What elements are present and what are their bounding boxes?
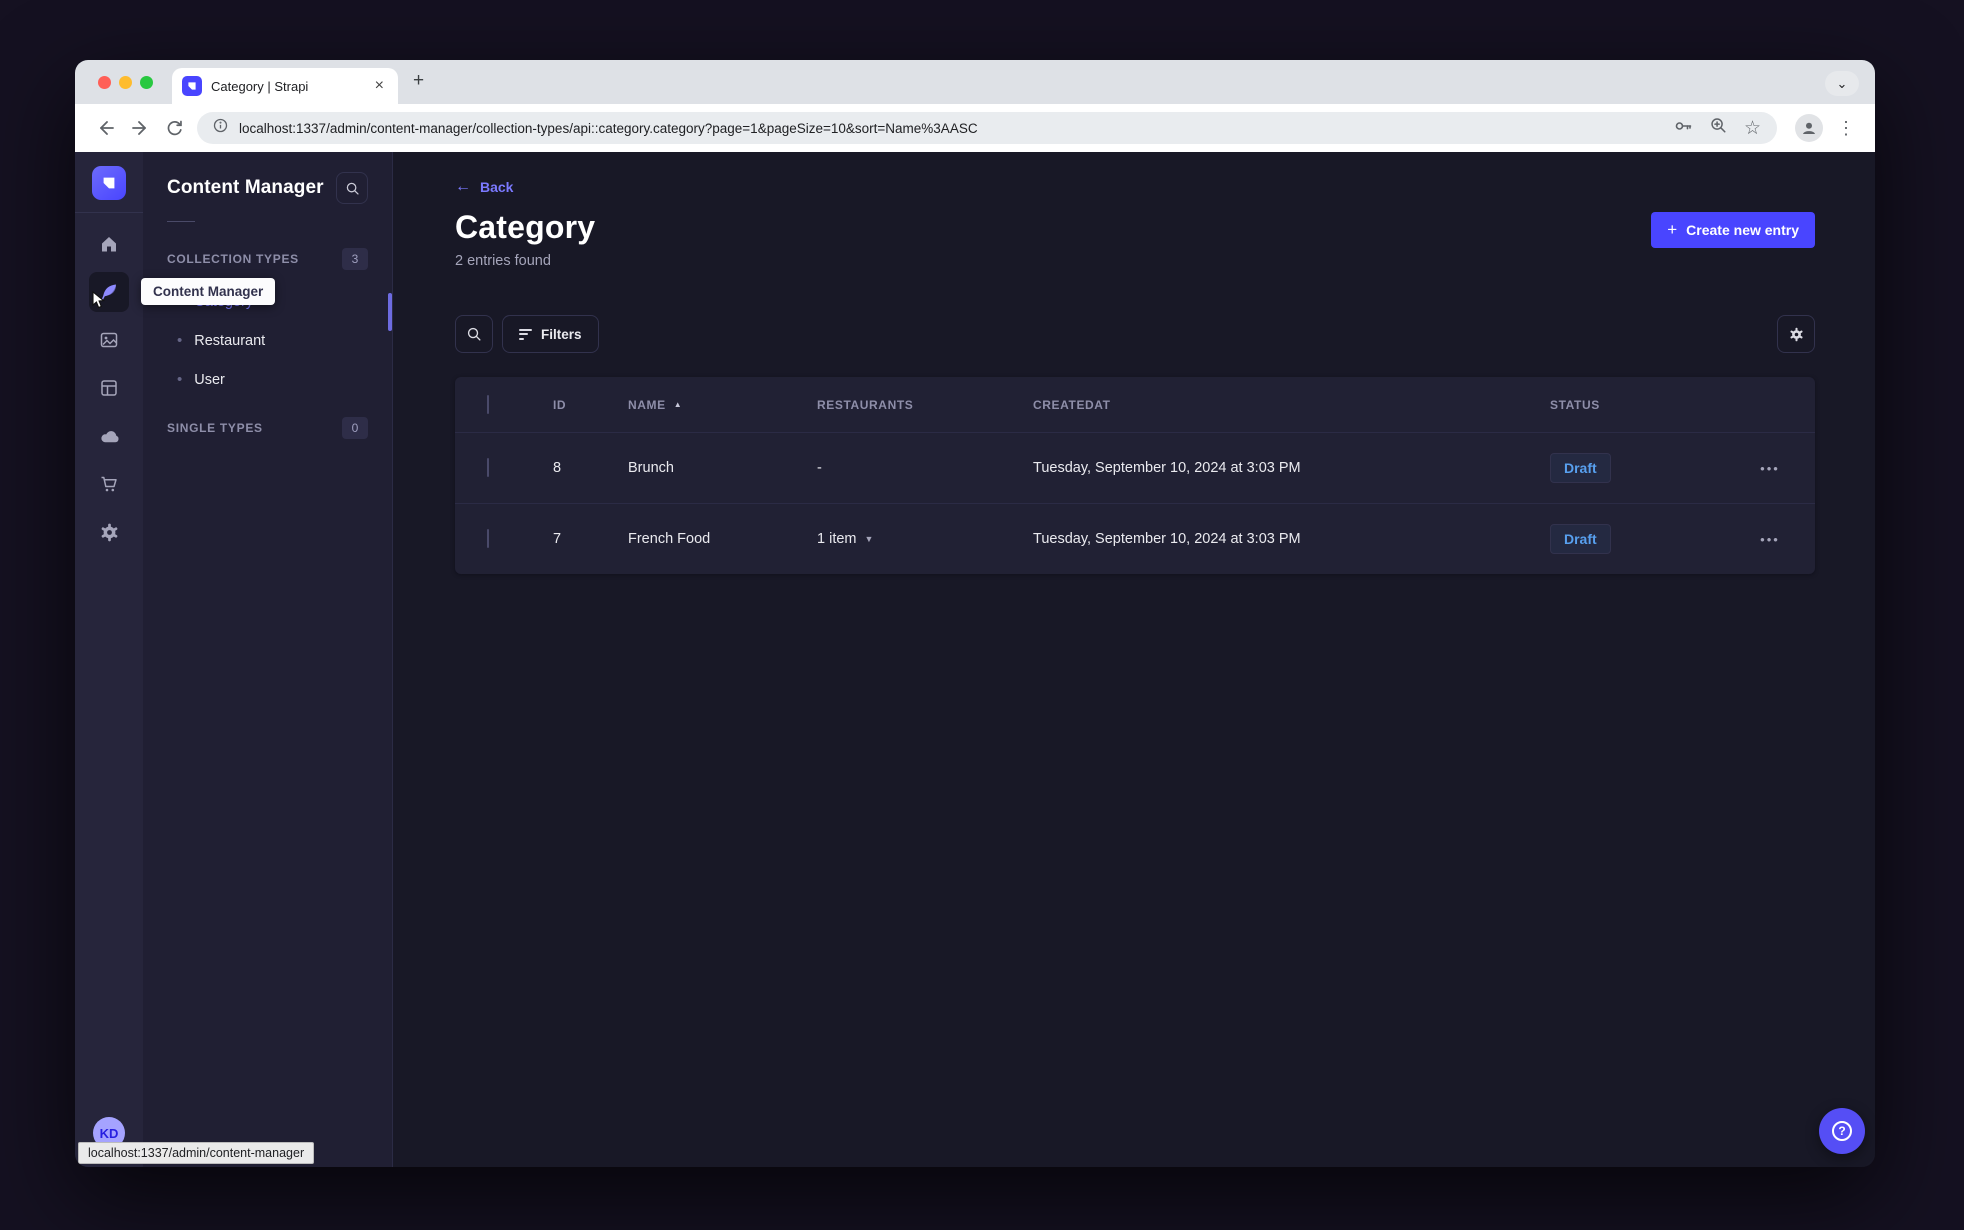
tab-close-icon[interactable]: ×	[371, 77, 388, 95]
browser-profile-avatar[interactable]	[1795, 114, 1823, 142]
cell-createdat: Tuesday, September 10, 2024 at 3:03 PM	[1033, 531, 1301, 547]
browser-menu-icon[interactable]: ⋮	[1831, 118, 1861, 139]
site-info-icon[interactable]	[213, 118, 228, 138]
bookmark-star-icon[interactable]: ☆	[1744, 119, 1761, 138]
zoom-page-icon[interactable]	[1709, 116, 1728, 140]
row-checkbox[interactable]	[487, 458, 489, 477]
minimize-window-button[interactable]	[119, 76, 132, 89]
filter-icon	[519, 328, 532, 340]
filters-label: Filters	[541, 326, 582, 342]
filters-button[interactable]: Filters	[502, 315, 599, 353]
sidebar-item-restaurant[interactable]: • Restaurant	[167, 321, 368, 360]
help-button[interactable]: ?	[1819, 1108, 1865, 1154]
reload-icon[interactable]	[157, 111, 191, 145]
bullet-icon: •	[177, 371, 183, 388]
column-header-restaurants: RESTAURANTS	[817, 397, 914, 412]
table-row[interactable]: 8 Brunch - Tuesday, September 10, 2024 a…	[455, 432, 1815, 503]
strapi-favicon-icon	[182, 76, 202, 96]
row-actions-menu[interactable]: •••	[1725, 532, 1815, 547]
chevron-down-icon: ▼	[864, 534, 874, 544]
plus-icon: +	[1667, 220, 1678, 239]
browser-window: Category | Strapi × + ⌄ localhost:1337/a…	[75, 60, 1875, 1167]
single-types-count-badge: 0	[342, 417, 368, 439]
browser-toolbar: localhost:1337/admin/content-manager/col…	[75, 104, 1875, 152]
select-all-checkbox[interactable]	[487, 394, 489, 414]
password-key-icon[interactable]	[1673, 116, 1693, 141]
cell-restaurants: -	[817, 460, 822, 476]
column-header-createdat: CREATEDAT	[1033, 397, 1111, 412]
strapi-app: KD Content Manager COLLECTION TYPES 3 • …	[75, 152, 1875, 1167]
traffic-lights	[98, 76, 153, 89]
subnav-divider	[167, 221, 195, 222]
row-checkbox[interactable]	[487, 529, 489, 548]
create-new-entry-label: Create new entry	[1686, 222, 1799, 238]
table-row[interactable]: 7 French Food 1 item ▼ Tuesday, Septembe…	[455, 503, 1815, 574]
column-header-id: ID	[553, 397, 567, 412]
strapi-logo	[92, 166, 126, 200]
nav-home-icon[interactable]	[89, 224, 129, 264]
forward-nav-icon[interactable]	[123, 111, 157, 145]
nav-media-library-icon[interactable]	[89, 320, 129, 360]
sidebar-item-label: User	[194, 371, 225, 388]
view-settings-button[interactable]	[1777, 315, 1815, 353]
mouse-cursor	[91, 290, 108, 315]
main-nav-rail: KD	[75, 152, 143, 1167]
nav-content-type-builder-icon[interactable]	[89, 368, 129, 408]
subnav-title: Content Manager	[167, 177, 324, 198]
bullet-icon: •	[177, 332, 183, 349]
nav-settings-gear-icon[interactable]	[89, 512, 129, 552]
question-mark-icon: ?	[1832, 1121, 1852, 1141]
tab-search-chevron-icon[interactable]: ⌄	[1825, 71, 1859, 96]
nav-marketplace-cart-icon[interactable]	[89, 464, 129, 504]
cell-restaurants-dropdown[interactable]: 1 item ▼	[817, 531, 1033, 547]
maximize-window-button[interactable]	[140, 76, 153, 89]
url-bar-icons: ☆	[1673, 116, 1761, 141]
collection-types-count-badge: 3	[342, 248, 368, 270]
status-badge: Draft	[1550, 453, 1611, 483]
cell-id: 8	[553, 460, 562, 476]
cell-createdat: Tuesday, September 10, 2024 at 3:03 PM	[1033, 460, 1301, 476]
page-title: Category	[455, 209, 596, 245]
tab-title: Category | Strapi	[211, 78, 309, 94]
sidebar-item-user[interactable]: • User	[167, 360, 368, 399]
cell-id: 7	[553, 531, 562, 547]
nav-deploy-cloud-icon[interactable]	[89, 416, 129, 456]
column-header-status: STATUS	[1550, 397, 1600, 412]
close-window-button[interactable]	[98, 76, 111, 89]
subnav-search-button[interactable]	[336, 172, 368, 204]
nav-tooltip: Content Manager	[141, 278, 276, 305]
status-badge: Draft	[1550, 524, 1611, 554]
cell-name: Brunch	[628, 460, 674, 476]
collection-types-label: COLLECTION TYPES	[167, 252, 299, 266]
row-actions-menu[interactable]: •••	[1725, 461, 1815, 476]
browser-tab[interactable]: Category | Strapi ×	[172, 68, 398, 104]
single-types-label: SINGLE TYPES	[167, 421, 263, 435]
back-label: Back	[480, 179, 514, 195]
back-arrow-icon: ←	[455, 178, 471, 195]
tab-strip: Category | Strapi × + ⌄	[75, 60, 1875, 104]
back-link[interactable]: ← Back	[455, 178, 514, 196]
rail-divider	[75, 212, 143, 213]
sort-ascending-icon: ▲	[673, 400, 683, 409]
entries-table: ID NAME ▲ RESTAURANTS CREATEDAT STATUS 8…	[455, 377, 1815, 574]
table-header-row: ID NAME ▲ RESTAURANTS CREATEDAT STATUS	[455, 377, 1815, 432]
url-text[interactable]: localhost:1337/admin/content-manager/col…	[239, 121, 1661, 136]
new-tab-button[interactable]: +	[413, 70, 424, 92]
create-new-entry-button[interactable]: + Create new entry	[1651, 212, 1815, 248]
back-nav-icon[interactable]	[89, 111, 123, 145]
entries-count: 2 entries found	[455, 253, 551, 269]
url-bar[interactable]: localhost:1337/admin/content-manager/col…	[197, 112, 1777, 144]
link-status-bar: localhost:1337/admin/content-manager	[78, 1142, 315, 1164]
search-button[interactable]	[455, 315, 493, 353]
subnav-scrollbar[interactable]	[388, 293, 392, 331]
main-content: ← Back Category 2 entries found + Create…	[393, 152, 1875, 1167]
column-header-name[interactable]: NAME ▲	[628, 398, 817, 412]
cell-name: French Food	[628, 531, 711, 547]
sidebar-item-label: Restaurant	[194, 332, 266, 349]
